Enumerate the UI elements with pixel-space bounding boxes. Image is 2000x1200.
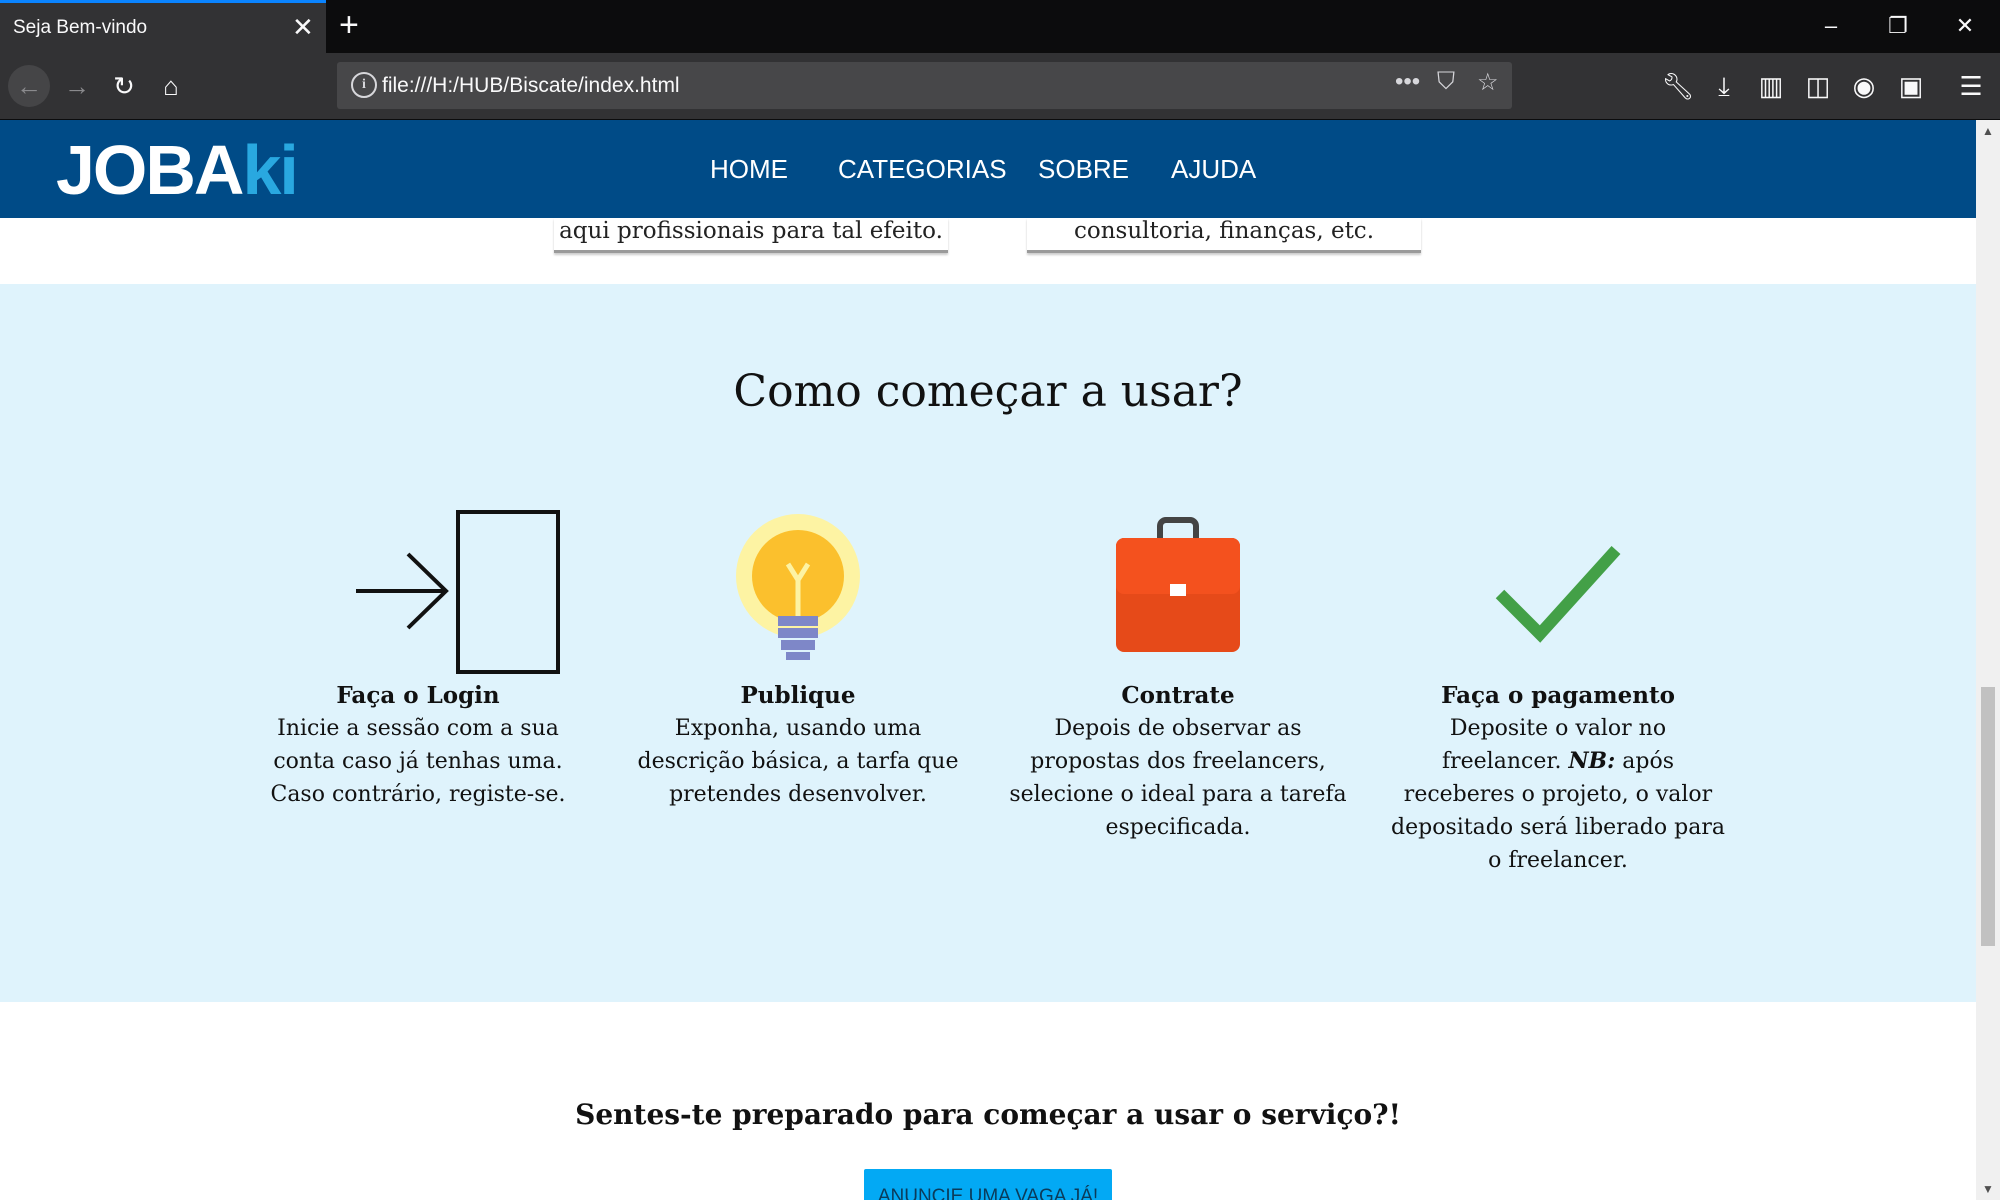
scroll-up-icon[interactable]: ▲ — [1981, 124, 1995, 138]
step-title: Publique — [740, 682, 856, 709]
reload-icon[interactable]: ↻ — [103, 65, 145, 107]
checkmark-icon — [1388, 504, 1728, 679]
nav-categorias[interactable]: CATEGORIAS — [838, 154, 1007, 185]
nav-sobre[interactable]: SOBRE — [1038, 154, 1129, 185]
category-card: aqui profissionais para tal efeito. — [554, 218, 948, 253]
close-tab-icon[interactable]: ✕ — [292, 12, 314, 43]
menu-icon[interactable]: ☰ — [1950, 65, 1992, 107]
step-text: Depois de observar as propostas dos free… — [1009, 716, 1347, 840]
step-payment: Faça o pagamento Deposite o valor no fre… — [1388, 504, 1728, 877]
url-bar[interactable]: i file:///H:/HUB/Biscate/index.html ••• … — [337, 62, 1512, 109]
step-publish: Publique Exponha, usando uma descrição b… — [628, 504, 968, 811]
forward-icon[interactable]: → — [56, 65, 98, 107]
step-login: Faça o Login Inicie a sessão com a sua c… — [248, 504, 588, 811]
step-text: Deposite o valor no freelancer. NB: após… — [1391, 716, 1725, 873]
how-to-start-section: Como começar a usar? Faça o Login Inicie… — [0, 284, 1976, 1002]
home-icon[interactable]: ⌂ — [150, 65, 192, 107]
page-actions-icon[interactable]: ••• — [1395, 68, 1420, 96]
post-job-button[interactable]: ANUNCIE UMA VAGA JÁ! — [864, 1169, 1112, 1200]
page-scrollbar[interactable]: ▲ ▼ — [1976, 120, 2000, 1200]
account-icon[interactable]: ◉ — [1843, 65, 1885, 107]
tools-icon[interactable]: 🔧︎ — [1657, 65, 1699, 107]
login-icon — [248, 504, 588, 679]
cta-title: Sentes-te preparado para começar a usar … — [575, 1098, 1401, 1131]
extension-icon[interactable]: ▣ — [1890, 65, 1932, 107]
download-icon[interactable]: ⤓ — [1703, 65, 1745, 107]
tab-strip: Seja Bem-vindo ✕ + – ❐ ✕ — [0, 0, 2000, 53]
page-viewport: JOBAki HOME CATEGORIAS SOBRE AJUDA aqui … — [0, 120, 1976, 1200]
step-text: Exponha, usando uma descrição básica, a … — [637, 716, 959, 807]
site-logo[interactable]: JOBAki — [56, 130, 299, 210]
category-card: consultoria, finanças, etc. — [1027, 218, 1421, 253]
section-title: Como começar a usar? — [733, 366, 1243, 417]
briefcase-icon — [1008, 504, 1348, 679]
minimize-icon[interactable]: – — [1806, 6, 1856, 46]
new-tab-icon[interactable]: + — [339, 6, 359, 45]
tab-title: Seja Bem-vindo — [13, 17, 148, 38]
lightbulb-icon — [628, 504, 968, 679]
browser-toolbar: ← → ↻ ⌂ i file:///H:/HUB/Biscate/index.h… — [0, 53, 2000, 120]
site-info-icon[interactable]: i — [351, 72, 377, 98]
scroll-down-icon[interactable]: ▼ — [1981, 1182, 1995, 1196]
step-hire: Contrate Depois de observar as propostas… — [1008, 504, 1348, 844]
restore-icon[interactable]: ❐ — [1873, 6, 1923, 46]
url-text[interactable]: file:///H:/HUB/Biscate/index.html — [382, 74, 680, 98]
library-icon[interactable]: ▥ — [1750, 65, 1792, 107]
step-text: Inicie a sessão com a sua conta caso já … — [270, 716, 566, 807]
step-title: Faça o Login — [336, 682, 500, 709]
sidebar-icon[interactable]: ◫ — [1797, 65, 1839, 107]
scrollbar-thumb[interactable] — [1981, 687, 1995, 946]
tab-active[interactable]: Seja Bem-vindo ✕ — [0, 0, 326, 53]
site-header: JOBAki HOME CATEGORIAS SOBRE AJUDA — [0, 120, 1976, 218]
close-window-icon[interactable]: ✕ — [1940, 6, 1990, 46]
pocket-icon[interactable]: ⛉ — [1437, 68, 1455, 96]
step-title: Contrate — [1121, 682, 1235, 709]
back-icon[interactable]: ← — [8, 65, 50, 107]
nav-ajuda[interactable]: AJUDA — [1171, 154, 1256, 185]
bookmark-star-icon[interactable]: ☆ — [1477, 68, 1499, 97]
step-title: Faça o pagamento — [1441, 682, 1675, 709]
nav-home[interactable]: HOME — [710, 154, 788, 185]
